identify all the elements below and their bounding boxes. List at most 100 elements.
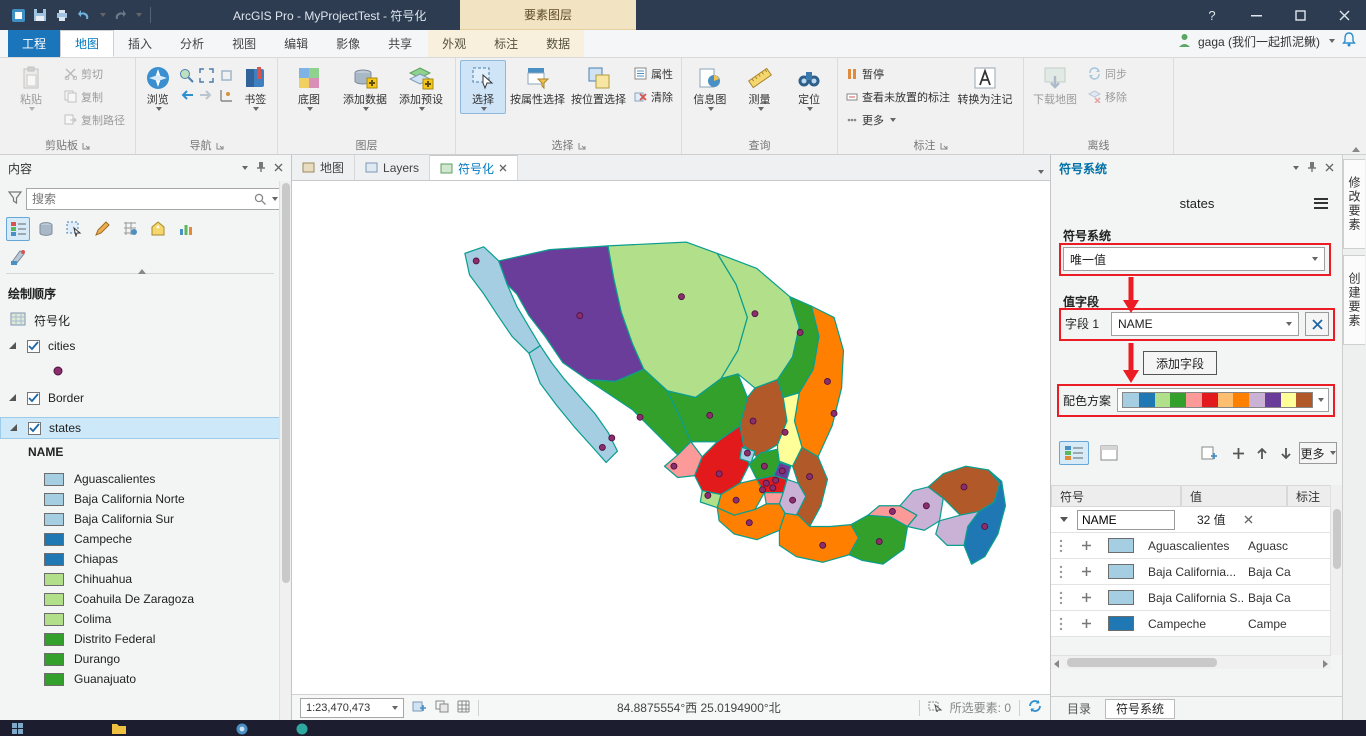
collapse-ribbon-icon[interactable]	[1352, 147, 1360, 152]
legend-item[interactable]: Guanajuato	[0, 669, 280, 689]
legend-swatch[interactable]	[44, 612, 64, 626]
close-button[interactable]	[1322, 0, 1366, 30]
tab-symbology[interactable]: 符号系统	[1105, 698, 1176, 719]
class-label[interactable]: Campe	[1248, 617, 1287, 631]
start-button-icon[interactable]	[12, 723, 24, 736]
symbology-method-dropdown[interactable]: 唯一值	[1063, 247, 1325, 271]
legend-item[interactable]: Coahuila De Zaragoza	[0, 589, 280, 609]
legend-swatch[interactable]	[44, 632, 64, 646]
class-swatch[interactable]	[1108, 564, 1134, 579]
symbol-class-row[interactable]: Baja California... Baja Ca	[1051, 559, 1331, 585]
map-canvas[interactable]	[292, 181, 1050, 694]
search-icon[interactable]	[254, 193, 266, 205]
tab-edit[interactable]: 编辑	[270, 30, 322, 57]
class-value[interactable]: Campeche	[1148, 617, 1244, 631]
maximize-button[interactable]	[1278, 0, 1322, 30]
group-field-input[interactable]	[1077, 509, 1175, 530]
tab-map[interactable]: 地图	[60, 30, 115, 57]
drag-handle-icon[interactable]	[1059, 591, 1063, 605]
legend-swatch[interactable]	[44, 532, 64, 546]
legend-item[interactable]: Chihuahua	[0, 569, 280, 589]
app-taskbar-icon[interactable]	[296, 723, 308, 736]
list-by-symbology-button[interactable]	[6, 245, 30, 269]
view-tab-layers[interactable]: Layers	[355, 155, 431, 180]
class-label[interactable]: Baja Ca	[1248, 591, 1291, 605]
file-explorer-icon[interactable]	[112, 723, 126, 736]
color-scheme-dropdown[interactable]	[1117, 388, 1329, 412]
paste-button[interactable]: 粘贴	[4, 60, 58, 114]
symbol-class-row[interactable]: Aguascalientes Aguasc	[1051, 533, 1331, 559]
explore-button[interactable]: 浏览	[140, 60, 176, 114]
add-row-icon[interactable]	[1081, 566, 1092, 577]
sync-button[interactable]: 同步	[1084, 63, 1131, 84]
tab-catalog[interactable]: 目录	[1057, 699, 1101, 719]
legend-item[interactable]: Durango	[0, 649, 280, 669]
redo-button[interactable]	[112, 7, 128, 23]
move-up-icon[interactable]	[1251, 441, 1273, 465]
list-by-drawing-order-button[interactable]	[6, 217, 30, 241]
legend-swatch[interactable]	[44, 552, 64, 566]
expander-icon[interactable]	[8, 391, 17, 405]
more-button[interactable]: 更多	[1299, 442, 1337, 464]
layer-item-cities[interactable]: cities	[0, 335, 280, 357]
basemap-button[interactable]: 底图	[282, 60, 336, 114]
table-vertical-scrollbar[interactable]	[1330, 485, 1342, 655]
column-header-symbol[interactable]: 符号	[1051, 485, 1181, 507]
print-button[interactable]	[54, 7, 70, 23]
class-value[interactable]: Baja California S...	[1148, 591, 1244, 605]
previous-extent-button[interactable]	[178, 86, 196, 104]
full-extent-button[interactable]	[178, 66, 196, 84]
layer-item-states[interactable]: states	[0, 417, 280, 439]
new-bookmark-icon[interactable]	[412, 700, 427, 716]
goto-xy-button[interactable]	[218, 86, 236, 104]
scale-dropdown[interactable]: 1:23,470,473	[300, 697, 404, 718]
tab-list-icon[interactable]	[1038, 170, 1044, 174]
tab-view[interactable]: 视图	[218, 30, 270, 57]
tab-appearance[interactable]: 外观	[428, 30, 481, 57]
legend-swatch[interactable]	[44, 592, 64, 606]
tab-analysis[interactable]: 分析	[166, 30, 218, 57]
close-pane-icon[interactable]	[274, 161, 283, 175]
overlay-icon[interactable]	[435, 700, 449, 716]
view-tab-symbolization[interactable]: 符号化	[430, 155, 519, 180]
view-unplaced-labels-button[interactable]: 查看未放置的标注	[842, 86, 954, 107]
legend-item[interactable]: Colima	[0, 609, 280, 629]
locate-button[interactable]: 定位	[785, 60, 833, 114]
select-by-location-button[interactable]: 按位置选择	[569, 60, 628, 110]
cut-button[interactable]: 剪切	[60, 63, 129, 84]
add-preset-button[interactable]: 添加预设	[394, 60, 448, 114]
edge-tab-create-features[interactable]: 创建要素	[1343, 255, 1365, 345]
column-header-label[interactable]: 标注	[1287, 485, 1331, 507]
states-checkbox[interactable]	[28, 421, 41, 435]
class-label[interactable]: Aguasc	[1248, 539, 1288, 553]
legend-item[interactable]: Baja California Norte	[0, 489, 280, 509]
add-row-icon[interactable]	[1081, 540, 1092, 551]
legend-item[interactable]: Baja California Sur	[0, 509, 280, 529]
legend-swatch[interactable]	[44, 572, 64, 586]
undo-dropdown-icon[interactable]	[100, 13, 106, 17]
legend-swatch[interactable]	[44, 652, 64, 666]
tab-data[interactable]: 数据	[532, 30, 585, 57]
next-extent-button[interactable]	[198, 86, 216, 104]
close-tab-icon[interactable]	[499, 164, 507, 172]
legend-item[interactable]: Aguascalientes	[0, 469, 280, 489]
filter-icon[interactable]	[7, 191, 23, 207]
panel-options-menu-icon[interactable]	[1314, 195, 1328, 211]
class-value[interactable]: Aguascalientes	[1148, 539, 1244, 553]
legend-item[interactable]: Chiapas	[0, 549, 280, 569]
measure-button[interactable]: 测量	[736, 60, 784, 114]
clipboard-dialog-launcher-icon[interactable]	[82, 142, 90, 150]
pane-menu-icon[interactable]	[242, 166, 248, 170]
add-row-icon[interactable]	[1081, 592, 1092, 603]
remove-button[interactable]: 移除	[1084, 86, 1131, 107]
cities-symbol-row[interactable]	[0, 361, 280, 383]
refresh-icon[interactable]	[1028, 699, 1042, 716]
remove-field-button[interactable]	[1305, 312, 1329, 336]
class-swatch[interactable]	[1108, 616, 1134, 631]
infographics-button[interactable]: 信息图	[686, 60, 734, 114]
labeling-more-button[interactable]: 更多	[842, 109, 954, 130]
list-by-charts-button[interactable]	[174, 217, 198, 241]
symbol-class-row[interactable]: Baja California S... Baja Ca	[1051, 585, 1331, 611]
notifications-bell-icon[interactable]	[1342, 32, 1356, 50]
drag-handle-icon[interactable]	[1059, 565, 1063, 579]
